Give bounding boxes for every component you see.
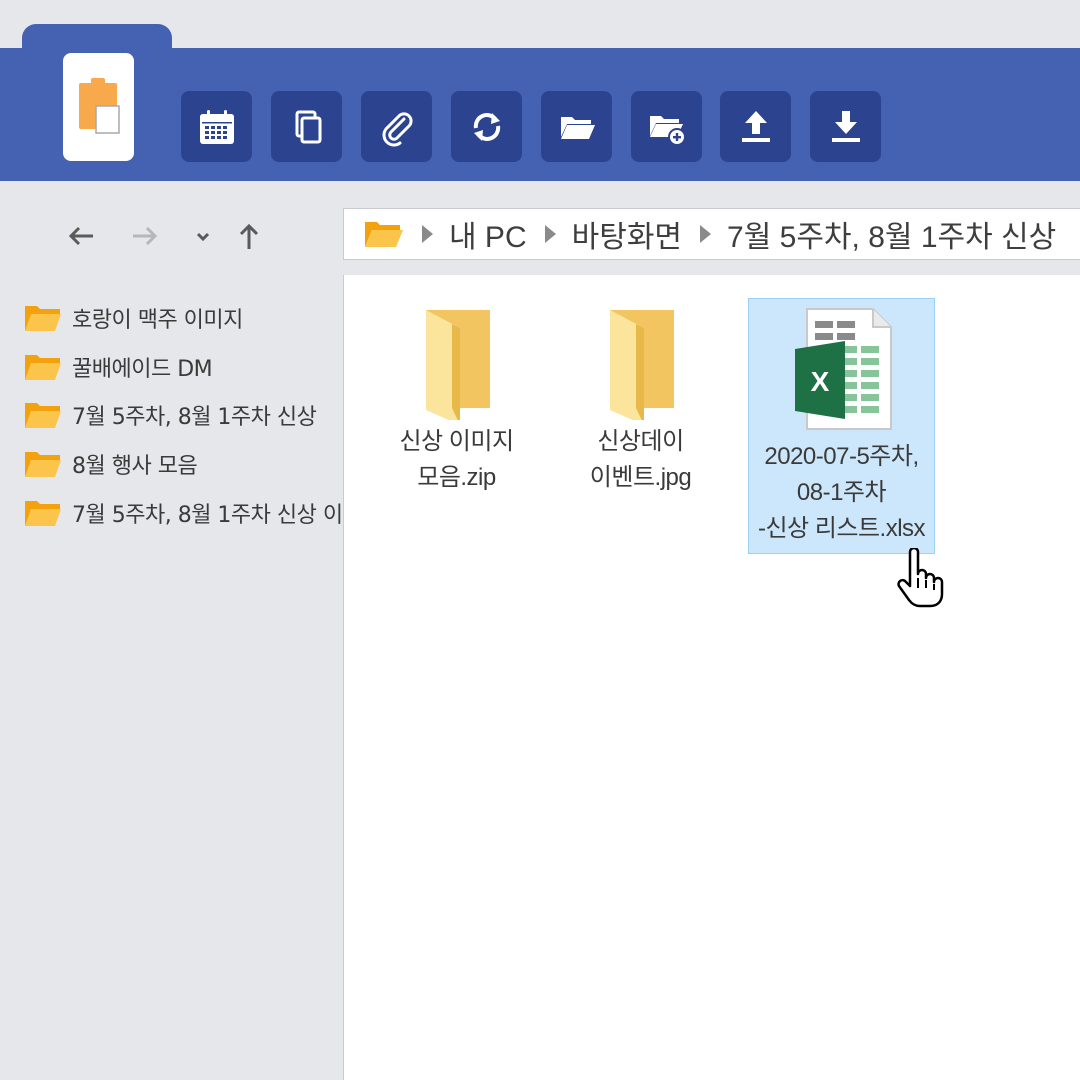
clipboard-icon [79,78,120,134]
folder-icon [25,501,61,526]
chevron-down-icon [196,232,210,242]
download-button[interactable] [810,91,881,162]
new-folder-icon [649,115,686,146]
address-bar[interactable]: 내 PC 바탕화면 7월 5주차, 8월 1주차 신상 [343,208,1080,260]
new-folder-button[interactable] [631,91,702,162]
folder-icon [25,306,61,331]
folder-icon [365,222,403,247]
folder-icon [25,355,61,380]
open-folder-button[interactable] [541,91,612,162]
hand-cursor-icon [897,548,944,608]
file-name: 신상 이미지 [399,428,514,455]
calendar-button[interactable] [181,91,252,162]
file-item[interactable]: 신상데이 이벤트.jpg [547,300,734,496]
folder-icon [560,116,595,139]
sidebar-item-folder[interactable]: 7월 5주차, 8월 1주차 신상 이... [24,493,363,533]
upload-button[interactable] [720,91,791,162]
back-arrow-icon [68,226,93,246]
download-icon [831,110,860,142]
file-name: 신상데이 [597,428,684,455]
back-button[interactable] [61,216,101,256]
svg-text:X: X [810,366,829,397]
sidebar-item-label: 7월 5주차, 8월 1주차 신상 이... [72,503,363,528]
toolbar [0,48,1080,181]
folder-icon [609,310,674,425]
paperclip-icon [382,111,413,146]
attach-button[interactable] [361,91,432,162]
folder-icon [25,403,61,428]
breadcrumb-item[interactable]: 7월 5주차, 8월 1주차 신상 [727,212,1056,256]
sidebar-item-folder[interactable]: 호랑이 맥주 이미지 [24,298,243,338]
file-item-selected[interactable]: X 2020-07-5주차, 08-1주차 -신상 리스트.xlsx [748,298,935,554]
sidebar-item-label: 8월 행사 모음 [72,454,198,479]
recent-locations-button[interactable] [183,216,223,256]
file-name: -신상 리스트.xlsx [757,515,926,542]
app-icon [63,53,134,161]
forward-arrow-icon [133,226,158,246]
file-name: 모음.zip [417,464,496,491]
file-item[interactable]: 신상 이미지 모음.zip [363,300,550,496]
file-name: 08-1주차 [796,479,887,506]
upload-icon [741,110,770,142]
sidebar-item-folder[interactable]: 8월 행사 모음 [24,444,198,484]
forward-button[interactable] [125,216,165,256]
sidebar-item-label: 꿀배에이드 DM [72,357,213,382]
sync-button[interactable] [451,91,522,162]
sidebar-item-label: 7월 5주차, 8월 1주차 신상 [72,405,317,430]
sidebar-item-label: 호랑이 맥주 이미지 [72,308,243,333]
excel-file-icon: X [794,308,892,430]
sidebar-item-folder[interactable]: 꿀배에이드 DM [24,347,213,387]
breadcrumb-item[interactable]: 내 PC [449,212,527,256]
copy-button[interactable] [271,91,342,162]
up-button[interactable] [229,216,269,256]
up-arrow-icon [239,223,259,249]
copy-icon [295,110,321,143]
folder-icon [425,310,490,425]
sync-icon [473,112,500,141]
calendar-icon [199,109,234,144]
breadcrumb-item[interactable]: 바탕화면 [572,212,682,256]
sidebar-item-folder[interactable]: 7월 5주차, 8월 1주차 신상 [24,395,317,435]
file-name: 이벤트.jpg [589,464,692,491]
file-name: 2020-07-5주차, [764,443,919,470]
folder-icon [25,452,61,477]
